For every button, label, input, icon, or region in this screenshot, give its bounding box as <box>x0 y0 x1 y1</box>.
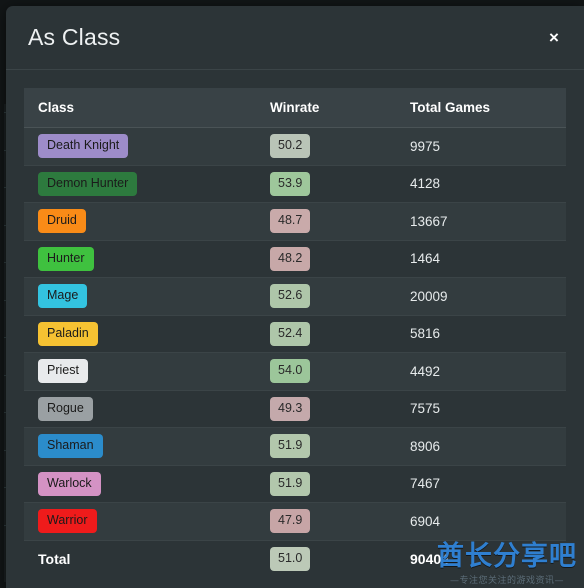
class-badge: Death Knight <box>38 134 129 159</box>
total-winrate-cell: 51.0 <box>256 540 396 578</box>
class-badge: Demon Hunter <box>38 171 138 196</box>
total-games-cell: 7467 <box>396 465 566 503</box>
page-title: As Class <box>28 24 121 50</box>
class-badge: Rogue <box>38 396 93 421</box>
winrate-cell: 53.9 <box>256 165 396 203</box>
winrate-cell: 51.9 <box>256 427 396 466</box>
column-header-class[interactable]: Class <box>24 88 256 128</box>
table-row[interactable]: Demon Hunter 53.9 4128 <box>24 165 566 203</box>
table-row[interactable]: Priest 54.0 4492 <box>24 352 566 391</box>
class-badge: Mage <box>38 284 88 309</box>
class-cell: Hunter <box>24 240 256 278</box>
winrate-cell: 49.3 <box>256 390 396 428</box>
class-cell: Death Knight <box>24 127 256 166</box>
total-games-cell: 13667 <box>396 202 566 241</box>
winrate-badge: 53.9 <box>270 171 311 196</box>
total-games-cell: 8906 <box>396 427 566 466</box>
winrate-badge: 49.3 <box>270 396 311 421</box>
table-row[interactable]: Rogue 49.3 7575 <box>24 390 566 428</box>
class-cell: Paladin <box>24 315 256 353</box>
class-cell: Druid <box>24 202 256 241</box>
class-badge: Druid <box>38 209 86 234</box>
table-body: Death Knight 50.2 9975 Demon Hunter 53.9 4128… <box>24 127 566 578</box>
table-header-row: Class Winrate Total Games <box>24 88 566 128</box>
table-head: Class Winrate Total Games <box>24 88 566 128</box>
class-badge: Warlock <box>38 471 101 496</box>
column-header-winrate[interactable]: Winrate <box>256 88 396 128</box>
winrate-badge: 54.0 <box>270 359 311 384</box>
table-row[interactable]: Warrior 47.9 6904 <box>24 502 566 541</box>
table-row[interactable]: Druid 48.7 13667 <box>24 202 566 241</box>
table-row[interactable]: Paladin 52.4 5816 <box>24 315 566 353</box>
class-cell: Demon Hunter <box>24 165 256 203</box>
winrate-cell: 52.4 <box>256 315 396 353</box>
total-winrate-badge: 51.0 <box>270 547 311 571</box>
column-header-total-games[interactable]: Total Games <box>396 88 566 128</box>
class-badge: Paladin <box>38 321 98 346</box>
class-cell: Mage <box>24 277 256 316</box>
winrate-badge: 48.2 <box>270 246 311 271</box>
winrate-badge: 48.7 <box>270 209 311 234</box>
table-row[interactable]: Mage 52.6 20009 <box>24 277 566 316</box>
class-badge: Shaman <box>38 434 103 459</box>
table-row[interactable]: Warlock 51.9 7467 <box>24 465 566 503</box>
total-games-cell: 1464 <box>396 240 566 278</box>
winrate-badge: 50.2 <box>270 134 311 159</box>
total-games-cell: 9975 <box>396 127 566 166</box>
winrate-cell: 50.2 <box>256 127 396 166</box>
class-cell: Shaman <box>24 427 256 466</box>
modal-body: Class Winrate Total Games Death Knight 50… <box>6 70 584 588</box>
total-games-cell: 90404 <box>396 540 566 578</box>
winrate-badge: 47.9 <box>270 509 311 534</box>
total-games-cell: 4128 <box>396 165 566 203</box>
modal-header: As Class × <box>6 6 584 70</box>
winrate-cell: 47.9 <box>256 502 396 541</box>
as-class-modal: As Class × Class Winrate Total Games Dea… <box>6 6 584 588</box>
table-row[interactable]: Death Knight 50.2 9975 <box>24 127 566 166</box>
winrate-cell: 48.2 <box>256 240 396 278</box>
total-games-cell: 7575 <box>396 390 566 428</box>
table-row[interactable]: Hunter 48.2 1464 <box>24 240 566 278</box>
total-games-cell: 5816 <box>396 315 566 353</box>
class-cell: Warlock <box>24 465 256 503</box>
class-cell: Warrior <box>24 502 256 541</box>
winrate-badge: 52.4 <box>270 321 311 346</box>
class-badge: Hunter <box>38 246 94 271</box>
table-row[interactable]: Shaman 51.9 8906 <box>24 427 566 466</box>
winrate-badge: 51.9 <box>270 434 311 459</box>
class-cell: Priest <box>24 352 256 391</box>
table-total-row: Total 51.0 90404 <box>24 540 566 578</box>
close-icon[interactable]: × <box>542 26 566 50</box>
winrate-cell: 52.6 <box>256 277 396 316</box>
winrate-cell: 54.0 <box>256 352 396 391</box>
total-games-cell: 6904 <box>396 502 566 541</box>
class-badge: Priest <box>38 359 88 384</box>
total-games-cell: 20009 <box>396 277 566 316</box>
winrate-badge: 52.6 <box>270 284 311 309</box>
class-badge: Warrior <box>38 509 97 534</box>
winrate-cell: 48.7 <box>256 202 396 241</box>
total-games-cell: 4492 <box>396 352 566 391</box>
winrate-badge: 51.9 <box>270 471 311 496</box>
total-label: Total <box>24 540 256 578</box>
winrate-cell: 51.9 <box>256 465 396 503</box>
class-cell: Rogue <box>24 390 256 428</box>
class-stats-table: Class Winrate Total Games Death Knight 50… <box>24 88 566 578</box>
